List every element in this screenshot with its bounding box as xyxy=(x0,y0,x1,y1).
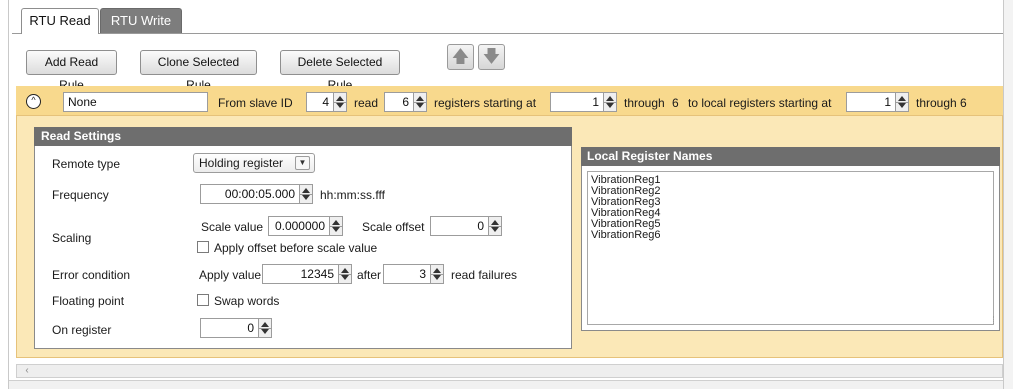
move-up-button[interactable]: 🡅 xyxy=(447,44,474,70)
on-register-label: On register xyxy=(52,323,112,337)
failure-count-spinner[interactable] xyxy=(431,264,444,284)
swap-words-checkbox[interactable] xyxy=(197,294,209,306)
delete-selected-rule-button[interactable]: Delete Selected Rule xyxy=(280,50,400,92)
scale-value-input[interactable] xyxy=(268,216,330,236)
window-right-edge xyxy=(1003,0,1013,389)
frequency-label: Frequency xyxy=(52,188,109,202)
read-settings-title: Read Settings xyxy=(34,127,572,146)
on-register-input[interactable] xyxy=(200,318,259,338)
from-slave-label: From slave ID xyxy=(218,96,293,110)
through-label: through xyxy=(624,96,665,110)
window-bottom-edge xyxy=(9,380,1003,389)
scroll-left-icon[interactable]: ‹ xyxy=(20,364,34,378)
remote-type-value: Holding register xyxy=(199,156,284,170)
swap-words-label: Swap words xyxy=(214,294,280,308)
read-label: read xyxy=(354,96,379,110)
local-register-names-textarea[interactable]: VibrationReg1 VibrationReg2 VibrationReg… xyxy=(587,171,994,325)
scale-value-label: Scale value xyxy=(201,220,264,234)
error-condition-label: Error condition xyxy=(52,268,131,282)
tab-rtu-read[interactable]: RTU Read xyxy=(21,8,99,34)
local-registers-label: to local registers starting at xyxy=(688,96,832,110)
frequency-input[interactable] xyxy=(200,184,300,204)
registers-starting-label: registers starting at xyxy=(434,96,537,110)
frequency-spinner[interactable] xyxy=(300,184,313,204)
chevron-up-icon: ^ xyxy=(31,95,36,105)
failure-count-input[interactable] xyxy=(383,264,431,284)
register-count-input[interactable] xyxy=(384,92,414,112)
start-register-input[interactable] xyxy=(550,92,604,112)
frequency-format: hh:mm:ss.fff xyxy=(320,188,385,202)
remote-type-select[interactable]: Holding register ▼ xyxy=(193,153,315,173)
scale-offset-spinner[interactable] xyxy=(489,216,502,236)
move-down-button[interactable]: 🡇 xyxy=(478,44,505,70)
resize-grip-icon[interactable] xyxy=(990,316,994,324)
after-label: after xyxy=(357,268,382,282)
through-value: 6 xyxy=(672,96,679,110)
arrow-up-icon: 🡅 xyxy=(451,47,470,66)
apply-offset-checkbox[interactable] xyxy=(197,241,209,253)
apply-offset-label: Apply offset before scale value xyxy=(214,241,378,255)
floating-point-label: Floating point xyxy=(52,294,125,308)
clone-selected-rule-button[interactable]: Clone Selected Rule xyxy=(140,50,257,92)
local-register-names-title: Local Register Names xyxy=(581,147,1000,166)
list-item: VibrationReg6 xyxy=(591,229,661,241)
slave-id-input[interactable] xyxy=(306,92,334,112)
apply-value-label: Apply value xyxy=(199,268,262,282)
rule-name-input[interactable] xyxy=(63,92,208,112)
local-start-input[interactable] xyxy=(846,92,896,112)
collapse-rule-button[interactable]: ^ xyxy=(26,94,41,109)
start-register-spinner[interactable] xyxy=(604,92,617,112)
scale-value-spinner[interactable] xyxy=(330,216,343,236)
add-read-rule-button[interactable]: Add Read Rule xyxy=(26,50,117,92)
scale-offset-label: Scale offset xyxy=(362,220,425,234)
tab-rtu-write[interactable]: RTU Write xyxy=(100,8,182,33)
local-start-spinner[interactable] xyxy=(896,92,909,112)
apply-value-input[interactable] xyxy=(262,264,339,284)
window-left-edge xyxy=(0,0,9,389)
apply-value-spinner[interactable] xyxy=(339,264,352,284)
register-count-spinner[interactable] xyxy=(414,92,427,112)
slave-id-spinner[interactable] xyxy=(334,92,347,112)
chevron-down-icon: ▼ xyxy=(295,156,310,170)
arrow-down-icon: 🡇 xyxy=(482,47,501,66)
remote-type-label: Remote type xyxy=(52,157,121,171)
read-failures-label: read failures xyxy=(451,268,518,282)
horizontal-scrollbar[interactable] xyxy=(16,364,1003,378)
scaling-label: Scaling xyxy=(52,231,92,245)
scale-offset-input[interactable] xyxy=(430,216,489,236)
on-register-spinner[interactable] xyxy=(259,318,272,338)
local-through-label: through 6 xyxy=(916,96,967,110)
